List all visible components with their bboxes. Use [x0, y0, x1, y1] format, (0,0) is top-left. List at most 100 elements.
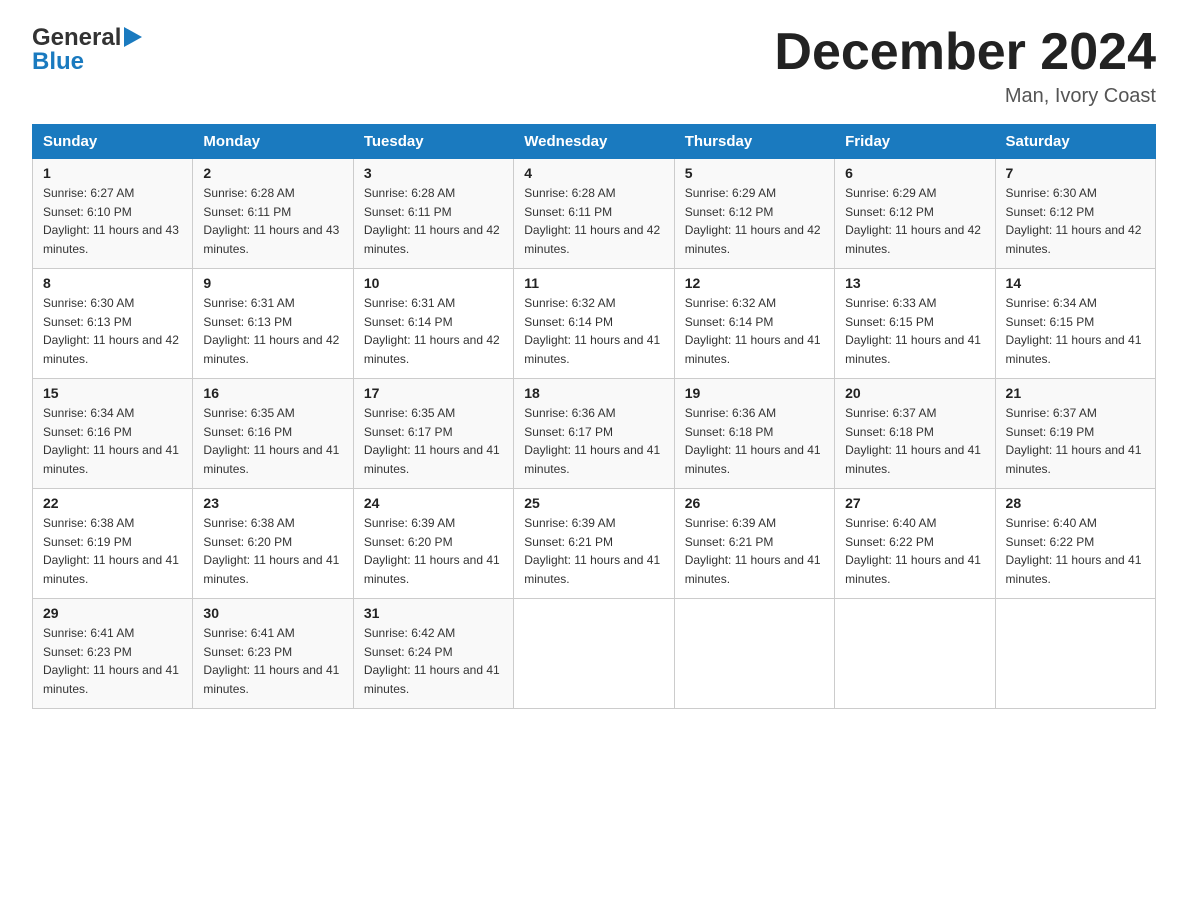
table-row: 29 Sunrise: 6:41 AMSunset: 6:23 PMDaylig…: [33, 599, 193, 709]
logo: General Blue: [32, 24, 142, 76]
month-title: December 2024: [774, 24, 1156, 81]
table-row: 27 Sunrise: 6:40 AMSunset: 6:22 PMDaylig…: [835, 489, 995, 599]
day-info: Sunrise: 6:29 AMSunset: 6:12 PMDaylight:…: [845, 186, 981, 256]
day-number: 10: [364, 275, 503, 291]
calendar-week-row: 15 Sunrise: 6:34 AMSunset: 6:16 PMDaylig…: [33, 379, 1156, 489]
day-info: Sunrise: 6:32 AMSunset: 6:14 PMDaylight:…: [524, 296, 660, 366]
day-info: Sunrise: 6:39 AMSunset: 6:21 PMDaylight:…: [524, 516, 660, 586]
day-info: Sunrise: 6:28 AMSunset: 6:11 PMDaylight:…: [524, 186, 660, 256]
day-number: 5: [685, 165, 824, 181]
col-thursday: Thursday: [674, 125, 834, 159]
day-number: 1: [43, 165, 182, 181]
col-wednesday: Wednesday: [514, 125, 674, 159]
day-info: Sunrise: 6:35 AMSunset: 6:16 PMDaylight:…: [203, 406, 339, 476]
table-row: 19 Sunrise: 6:36 AMSunset: 6:18 PMDaylig…: [674, 379, 834, 489]
table-row: 14 Sunrise: 6:34 AMSunset: 6:15 PMDaylig…: [995, 269, 1155, 379]
table-row: 30 Sunrise: 6:41 AMSunset: 6:23 PMDaylig…: [193, 599, 353, 709]
table-row: 6 Sunrise: 6:29 AMSunset: 6:12 PMDayligh…: [835, 159, 995, 269]
day-info: Sunrise: 6:40 AMSunset: 6:22 PMDaylight:…: [845, 516, 981, 586]
day-number: 22: [43, 495, 182, 511]
title-area: December 2024 Man, Ivory Coast: [774, 24, 1156, 108]
table-row: 28 Sunrise: 6:40 AMSunset: 6:22 PMDaylig…: [995, 489, 1155, 599]
col-tuesday: Tuesday: [353, 125, 513, 159]
day-number: 14: [1006, 275, 1145, 291]
logo-arrow-icon: [124, 27, 142, 52]
day-info: Sunrise: 6:31 AMSunset: 6:14 PMDaylight:…: [364, 296, 500, 366]
table-row: 9 Sunrise: 6:31 AMSunset: 6:13 PMDayligh…: [193, 269, 353, 379]
calendar-header-row: Sunday Monday Tuesday Wednesday Thursday…: [33, 125, 1156, 159]
day-number: 15: [43, 385, 182, 401]
table-row: 1 Sunrise: 6:27 AMSunset: 6:10 PMDayligh…: [33, 159, 193, 269]
page-header: General Blue December 2024 Man, Ivory Co…: [32, 24, 1156, 108]
table-row: 25 Sunrise: 6:39 AMSunset: 6:21 PMDaylig…: [514, 489, 674, 599]
table-row: 15 Sunrise: 6:34 AMSunset: 6:16 PMDaylig…: [33, 379, 193, 489]
day-info: Sunrise: 6:28 AMSunset: 6:11 PMDaylight:…: [203, 186, 339, 256]
day-number: 21: [1006, 385, 1145, 401]
table-row: 17 Sunrise: 6:35 AMSunset: 6:17 PMDaylig…: [353, 379, 513, 489]
table-row: 20 Sunrise: 6:37 AMSunset: 6:18 PMDaylig…: [835, 379, 995, 489]
day-number: 30: [203, 605, 342, 621]
day-number: 29: [43, 605, 182, 621]
table-row: 3 Sunrise: 6:28 AMSunset: 6:11 PMDayligh…: [353, 159, 513, 269]
day-number: 13: [845, 275, 984, 291]
day-info: Sunrise: 6:36 AMSunset: 6:17 PMDaylight:…: [524, 406, 660, 476]
day-info: Sunrise: 6:30 AMSunset: 6:13 PMDaylight:…: [43, 296, 179, 366]
day-number: 9: [203, 275, 342, 291]
day-info: Sunrise: 6:39 AMSunset: 6:21 PMDaylight:…: [685, 516, 821, 586]
day-number: 26: [685, 495, 824, 511]
day-number: 3: [364, 165, 503, 181]
calendar-week-row: 29 Sunrise: 6:41 AMSunset: 6:23 PMDaylig…: [33, 599, 1156, 709]
table-row: 24 Sunrise: 6:39 AMSunset: 6:20 PMDaylig…: [353, 489, 513, 599]
table-row: 10 Sunrise: 6:31 AMSunset: 6:14 PMDaylig…: [353, 269, 513, 379]
table-row: 12 Sunrise: 6:32 AMSunset: 6:14 PMDaylig…: [674, 269, 834, 379]
day-info: Sunrise: 6:37 AMSunset: 6:18 PMDaylight:…: [845, 406, 981, 476]
day-info: Sunrise: 6:35 AMSunset: 6:17 PMDaylight:…: [364, 406, 500, 476]
table-row: 16 Sunrise: 6:35 AMSunset: 6:16 PMDaylig…: [193, 379, 353, 489]
day-number: 28: [1006, 495, 1145, 511]
table-row: [835, 599, 995, 709]
table-row: 18 Sunrise: 6:36 AMSunset: 6:17 PMDaylig…: [514, 379, 674, 489]
calendar-week-row: 22 Sunrise: 6:38 AMSunset: 6:19 PMDaylig…: [33, 489, 1156, 599]
day-info: Sunrise: 6:40 AMSunset: 6:22 PMDaylight:…: [1006, 516, 1142, 586]
day-number: 20: [845, 385, 984, 401]
table-row: 8 Sunrise: 6:30 AMSunset: 6:13 PMDayligh…: [33, 269, 193, 379]
day-number: 18: [524, 385, 663, 401]
day-info: Sunrise: 6:32 AMSunset: 6:14 PMDaylight:…: [685, 296, 821, 366]
day-info: Sunrise: 6:41 AMSunset: 6:23 PMDaylight:…: [203, 626, 339, 696]
day-number: 23: [203, 495, 342, 511]
table-row: [674, 599, 834, 709]
day-info: Sunrise: 6:34 AMSunset: 6:15 PMDaylight:…: [1006, 296, 1142, 366]
col-saturday: Saturday: [995, 125, 1155, 159]
day-info: Sunrise: 6:33 AMSunset: 6:15 PMDaylight:…: [845, 296, 981, 366]
day-info: Sunrise: 6:42 AMSunset: 6:24 PMDaylight:…: [364, 626, 500, 696]
calendar-week-row: 8 Sunrise: 6:30 AMSunset: 6:13 PMDayligh…: [33, 269, 1156, 379]
day-info: Sunrise: 6:36 AMSunset: 6:18 PMDaylight:…: [685, 406, 821, 476]
day-number: 8: [43, 275, 182, 291]
day-number: 12: [685, 275, 824, 291]
col-sunday: Sunday: [33, 125, 193, 159]
day-number: 2: [203, 165, 342, 181]
table-row: 22 Sunrise: 6:38 AMSunset: 6:19 PMDaylig…: [33, 489, 193, 599]
day-info: Sunrise: 6:41 AMSunset: 6:23 PMDaylight:…: [43, 626, 179, 696]
day-info: Sunrise: 6:28 AMSunset: 6:11 PMDaylight:…: [364, 186, 500, 256]
table-row: 26 Sunrise: 6:39 AMSunset: 6:21 PMDaylig…: [674, 489, 834, 599]
day-info: Sunrise: 6:27 AMSunset: 6:10 PMDaylight:…: [43, 186, 179, 256]
location-text: Man, Ivory Coast: [774, 85, 1156, 108]
table-row: 31 Sunrise: 6:42 AMSunset: 6:24 PMDaylig…: [353, 599, 513, 709]
logo-blue-text: Blue: [32, 48, 84, 76]
day-number: 6: [845, 165, 984, 181]
day-number: 31: [364, 605, 503, 621]
day-number: 24: [364, 495, 503, 511]
table-row: [995, 599, 1155, 709]
day-info: Sunrise: 6:34 AMSunset: 6:16 PMDaylight:…: [43, 406, 179, 476]
day-info: Sunrise: 6:37 AMSunset: 6:19 PMDaylight:…: [1006, 406, 1142, 476]
table-row: 13 Sunrise: 6:33 AMSunset: 6:15 PMDaylig…: [835, 269, 995, 379]
day-info: Sunrise: 6:31 AMSunset: 6:13 PMDaylight:…: [203, 296, 339, 366]
day-number: 7: [1006, 165, 1145, 181]
calendar-week-row: 1 Sunrise: 6:27 AMSunset: 6:10 PMDayligh…: [33, 159, 1156, 269]
col-monday: Monday: [193, 125, 353, 159]
table-row: 4 Sunrise: 6:28 AMSunset: 6:11 PMDayligh…: [514, 159, 674, 269]
day-number: 11: [524, 275, 663, 291]
day-info: Sunrise: 6:30 AMSunset: 6:12 PMDaylight:…: [1006, 186, 1142, 256]
table-row: 21 Sunrise: 6:37 AMSunset: 6:19 PMDaylig…: [995, 379, 1155, 489]
